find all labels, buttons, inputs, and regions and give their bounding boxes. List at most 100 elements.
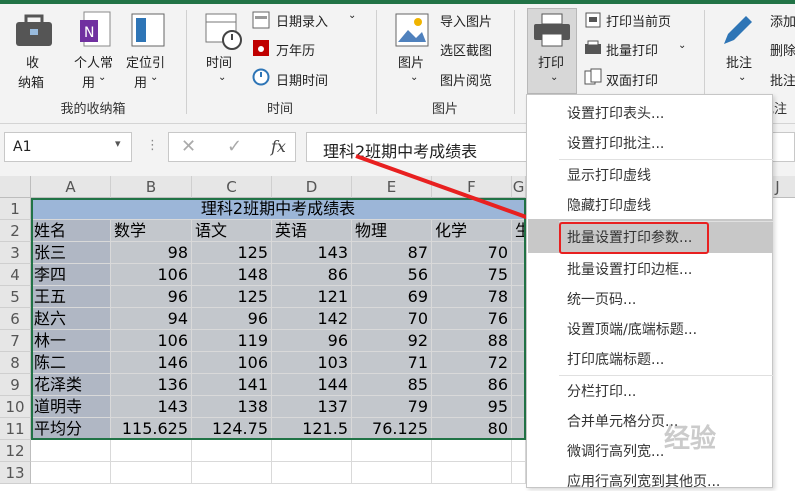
score-cell[interactable]: 106 — [111, 264, 192, 286]
empty-cell[interactable] — [352, 462, 432, 484]
score-cell[interactable]: 94 — [111, 308, 192, 330]
name-cell[interactable]: 赵六 — [31, 308, 111, 330]
row-header-12[interactable]: 12 — [0, 440, 31, 462]
grid-cell[interactable] — [512, 330, 526, 352]
score-cell[interactable]: 121 — [272, 286, 352, 308]
score-cell[interactable]: 125 — [192, 242, 272, 264]
column-header-b[interactable]: B — [111, 176, 192, 198]
calendar-button[interactable]: 万年历 — [276, 40, 315, 59]
score-cell[interactable]: 121.5 — [272, 418, 352, 440]
header-cell[interactable]: 英语 — [272, 220, 352, 242]
name-box[interactable]: A1 ▾ — [4, 132, 132, 162]
score-cell[interactable]: 86 — [432, 374, 512, 396]
score-cell[interactable]: 146 — [111, 352, 192, 374]
score-cell[interactable]: 96 — [192, 308, 272, 330]
date-input-button[interactable]: 日期录入 — [276, 11, 328, 30]
score-cell[interactable]: 148 — [192, 264, 272, 286]
menu-item-8[interactable]: 设置顶端/底端标题... — [567, 319, 697, 339]
batch-print-button[interactable]: 批量打印 — [606, 40, 658, 59]
date-time-button[interactable]: 日期时间 — [276, 70, 328, 89]
score-cell[interactable]: 143 — [272, 242, 352, 264]
delete-comment-button[interactable]: 删除 — [770, 40, 795, 59]
score-cell[interactable]: 85 — [352, 374, 432, 396]
name-cell[interactable]: 道明寺 — [31, 396, 111, 418]
header-cell[interactable]: 数学 — [111, 220, 192, 242]
menu-item-3[interactable]: 显示打印虚线 — [567, 165, 651, 185]
score-cell[interactable]: 79 — [352, 396, 432, 418]
score-cell[interactable]: 70 — [352, 308, 432, 330]
score-cell[interactable]: 143 — [111, 396, 192, 418]
score-cell[interactable]: 137 — [272, 396, 352, 418]
row-header-7[interactable]: 7 — [0, 330, 31, 352]
score-cell[interactable]: 138 — [192, 396, 272, 418]
personal-favorites-sub[interactable]: 用 — [82, 72, 95, 91]
score-cell[interactable]: 69 — [352, 286, 432, 308]
grid-cell[interactable] — [512, 352, 526, 374]
score-cell[interactable]: 76.125 — [352, 418, 432, 440]
select-all-corner[interactable] — [0, 176, 31, 198]
menu-item-1[interactable]: 设置打印表头... — [567, 103, 664, 123]
score-cell[interactable]: 86 — [272, 264, 352, 286]
score-cell[interactable]: 124.75 — [192, 418, 272, 440]
name-cell[interactable]: 平均分 — [31, 418, 111, 440]
score-cell[interactable]: 115.625 — [111, 418, 192, 440]
score-cell[interactable]: 98 — [111, 242, 192, 264]
empty-cell[interactable] — [192, 440, 272, 462]
score-cell[interactable]: 80 — [432, 418, 512, 440]
row-header-9[interactable]: 9 — [0, 374, 31, 396]
name-cell[interactable]: 花泽类 — [31, 374, 111, 396]
score-cell[interactable]: 106 — [192, 352, 272, 374]
header-cell[interactable]: 语文 — [192, 220, 272, 242]
row-header-1[interactable]: 1 — [0, 198, 31, 220]
grid-cell[interactable] — [512, 374, 526, 396]
duplex-print-button[interactable]: 双面打印 — [606, 70, 658, 89]
locate-reference-button[interactable]: 定位引 — [126, 52, 165, 71]
confirm-icon[interactable]: ✓ — [227, 136, 242, 157]
empty-cell[interactable] — [352, 440, 432, 462]
menu-item-11[interactable]: 合并单元格分页... — [567, 411, 678, 431]
score-cell[interactable]: 71 — [352, 352, 432, 374]
picture-button[interactable]: 图片 — [398, 52, 424, 71]
empty-cell[interactable] — [512, 462, 526, 484]
score-cell[interactable]: 56 — [352, 264, 432, 286]
name-cell[interactable]: 王五 — [31, 286, 111, 308]
storage-button-line1[interactable]: 收 — [26, 52, 39, 71]
name-cell[interactable]: 张三 — [31, 242, 111, 264]
score-cell[interactable]: 88 — [432, 330, 512, 352]
grid-cell[interactable] — [512, 418, 526, 440]
empty-cell[interactable] — [31, 440, 111, 462]
score-cell[interactable]: 103 — [272, 352, 352, 374]
score-cell[interactable]: 75 — [432, 264, 512, 286]
empty-cell[interactable] — [432, 440, 512, 462]
empty-cell[interactable] — [512, 440, 526, 462]
row-header-5[interactable]: 5 — [0, 286, 31, 308]
row-header-13[interactable]: 13 — [0, 462, 31, 484]
menu-item-6[interactable]: 批量设置打印边框... — [567, 259, 692, 279]
empty-cell[interactable] — [272, 440, 352, 462]
empty-cell[interactable] — [31, 462, 111, 484]
row-header-11[interactable]: 11 — [0, 418, 31, 440]
comment-more-button[interactable]: 批注 — [770, 70, 795, 89]
name-cell[interactable]: 陈二 — [31, 352, 111, 374]
row-header-6[interactable]: 6 — [0, 308, 31, 330]
header-cell[interactable]: 姓名 — [31, 220, 111, 242]
comment-button[interactable]: 批注 — [726, 52, 752, 71]
empty-cell[interactable] — [192, 462, 272, 484]
menu-item-4[interactable]: 隐藏打印虚线 — [567, 195, 651, 215]
score-cell[interactable]: 96 — [272, 330, 352, 352]
grid-cell[interactable] — [512, 396, 526, 418]
score-cell[interactable]: 125 — [192, 286, 272, 308]
column-header-a[interactable]: A — [31, 176, 111, 198]
score-cell[interactable]: 76 — [432, 308, 512, 330]
score-cell[interactable]: 92 — [352, 330, 432, 352]
insert-function-icon[interactable]: fx — [271, 137, 286, 156]
cancel-icon[interactable]: ✕ — [181, 136, 196, 157]
score-cell[interactable]: 141 — [192, 374, 272, 396]
menu-item-12[interactable]: 微调行高列宽... — [567, 441, 664, 461]
score-cell[interactable]: 142 — [272, 308, 352, 330]
score-cell[interactable]: 78 — [432, 286, 512, 308]
row-header-4[interactable]: 4 — [0, 264, 31, 286]
score-cell[interactable]: 106 — [111, 330, 192, 352]
print-current-page-button[interactable]: 打印当前页 — [606, 11, 671, 30]
menu-item-10[interactable]: 分栏打印... — [567, 381, 636, 401]
